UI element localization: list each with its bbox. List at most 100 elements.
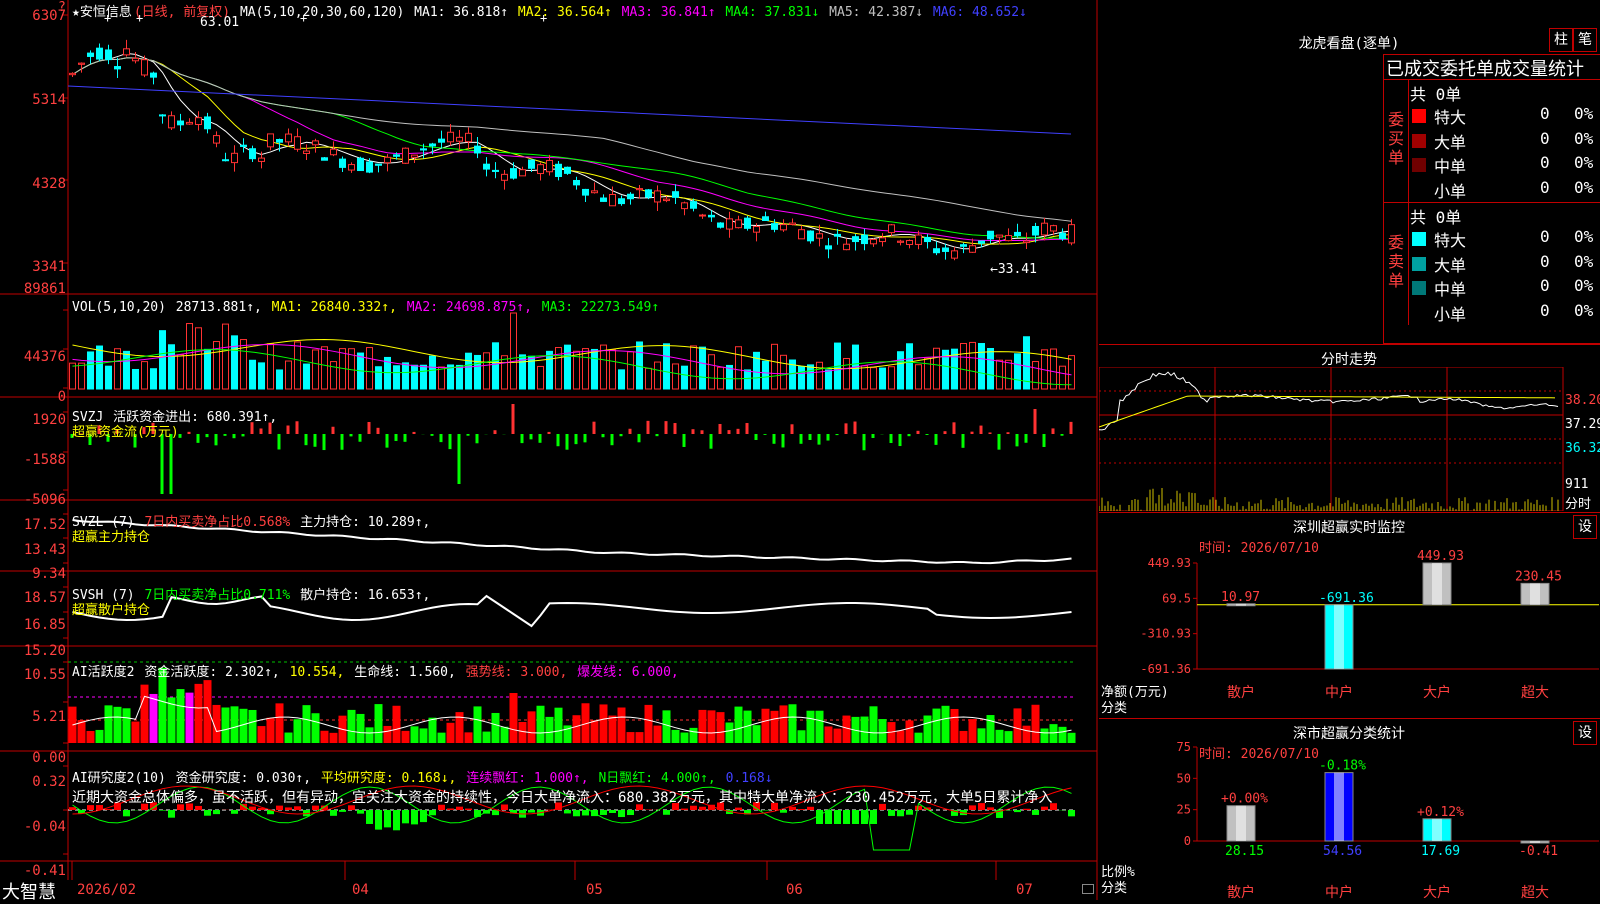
volume-bar — [457, 365, 463, 389]
candle-body — [340, 159, 346, 167]
candle-body — [655, 191, 661, 202]
fund-flow-bar — [980, 426, 983, 434]
candle-body — [511, 169, 517, 178]
fund-flow-bar — [377, 428, 380, 434]
candle-body — [79, 63, 85, 64]
sell-row-pct: 0% — [1574, 301, 1593, 320]
activity-bar — [312, 713, 320, 743]
bar-value-label: +0.12% — [1417, 805, 1464, 820]
candle-body — [439, 139, 445, 142]
tab-volume-stats[interactable]: 成交量统计 — [1494, 59, 1584, 80]
svzj-ytick: -1588 — [24, 452, 66, 468]
candle-body — [871, 239, 877, 243]
category-label: 中户 — [1325, 684, 1353, 701]
buy-row-pct: 0% — [1574, 104, 1593, 123]
volume-bar — [511, 313, 517, 389]
buy-row-name: 特大 — [1434, 104, 1466, 128]
volume-bar — [601, 345, 607, 389]
activity-bar — [258, 726, 266, 743]
candle-body — [808, 231, 814, 241]
volume-bar — [133, 369, 139, 389]
buy-row-count: 0 — [1540, 129, 1550, 148]
intraday-chart[interactable] — [1099, 367, 1600, 511]
research-bar — [663, 810, 670, 815]
fund-flow-bar — [332, 427, 335, 434]
x-tick: 05 — [586, 882, 603, 898]
classify-chart: 7550250+0.00%散户28.15-0.18%中户54.56+0.12%大… — [1099, 719, 1600, 901]
category-label: 中户 — [1325, 884, 1353, 901]
bar-highlight — [1334, 605, 1344, 669]
activity-bar — [690, 728, 698, 743]
svzl-ytick: 9.34 — [32, 566, 66, 582]
ai-active-ytick: 5.21 — [32, 709, 66, 725]
svsh-value: 散户持仓: 16.653↑, — [300, 588, 430, 603]
fund-flow-bar — [575, 434, 578, 444]
fund-flow-bar — [260, 428, 263, 434]
research-bar — [681, 809, 688, 810]
candle-body — [754, 227, 760, 233]
ma-line — [73, 53, 1072, 248]
activity-bar — [465, 732, 473, 743]
activity-bar — [186, 693, 194, 743]
chart-canvas[interactable]: ++++ — [0, 0, 1098, 900]
research-bar — [564, 810, 571, 813]
fund-flow-bar — [764, 434, 767, 435]
fund-flow-bar — [998, 434, 1001, 450]
activity-bar — [510, 693, 518, 743]
volume-bar — [781, 355, 787, 389]
fund-flow-bar — [1070, 422, 1073, 434]
fund-flow-bar — [989, 432, 992, 434]
research-bar — [816, 810, 823, 824]
ma-line — [73, 58, 1072, 239]
research-bar — [843, 810, 850, 824]
fund-flow-bar — [197, 434, 200, 443]
intraday-title: 分时走势 — [1279, 349, 1419, 369]
candle-body — [133, 58, 139, 60]
activity-bar — [1050, 724, 1058, 743]
ai-active-item: 生命线: 1.560, — [354, 665, 456, 680]
activity-bar — [420, 728, 428, 743]
candle-body — [313, 141, 319, 145]
fund-flow-bar — [170, 434, 173, 494]
activity-bar — [348, 710, 356, 743]
intraday-panel[interactable]: 分时走势 38.20 37.29 36.32 911 分时 — [1099, 344, 1600, 511]
volume-bar — [934, 348, 940, 389]
volume-bar — [277, 370, 283, 389]
activity-bar — [501, 727, 509, 743]
activity-bar — [150, 694, 158, 743]
volume-bar — [322, 347, 328, 389]
ai-research-ytick: -0.41 — [24, 863, 66, 879]
ma4-value: MA4: 37.831↓ — [725, 5, 819, 20]
research-bar — [420, 810, 427, 822]
activity-bar — [717, 712, 725, 743]
research-bar — [735, 808, 742, 810]
tick-mode-button[interactable]: 笔 — [1573, 28, 1597, 52]
volume-bar — [1015, 354, 1021, 389]
fund-flow-bar — [674, 423, 677, 434]
chart-area[interactable]: ++++ ★安恒信息(日线, 前复权) MA(5,10,20,30,60,120… — [0, 0, 1098, 900]
candle-body — [115, 67, 121, 69]
bar-mode-button[interactable]: 柱 — [1549, 28, 1573, 52]
candle-body — [709, 215, 715, 217]
activity-bar — [366, 727, 374, 743]
volume-bar — [250, 360, 256, 389]
candle-body — [448, 132, 454, 142]
ai-research-label: AI研究度2(10) — [72, 771, 166, 786]
buy-row-count: 0 — [1540, 104, 1550, 123]
tab-filled[interactable]: 已成交 — [1386, 59, 1440, 80]
volume-bar — [925, 358, 931, 389]
candle-body — [790, 223, 796, 224]
volume-bar — [124, 351, 130, 389]
activity-bar — [960, 731, 968, 743]
research-bar — [123, 810, 130, 816]
buy-color-swatch — [1412, 109, 1426, 123]
research-bar — [285, 807, 292, 810]
tab-orders[interactable]: 委托单 — [1440, 59, 1494, 80]
research-bar — [609, 810, 616, 813]
candle-body — [736, 220, 742, 228]
activity-bar — [951, 709, 959, 743]
fund-flow-bar — [935, 434, 938, 445]
research-bar — [456, 807, 463, 810]
fund-flow-bar — [323, 434, 326, 450]
fund-flow-bar — [395, 434, 398, 441]
